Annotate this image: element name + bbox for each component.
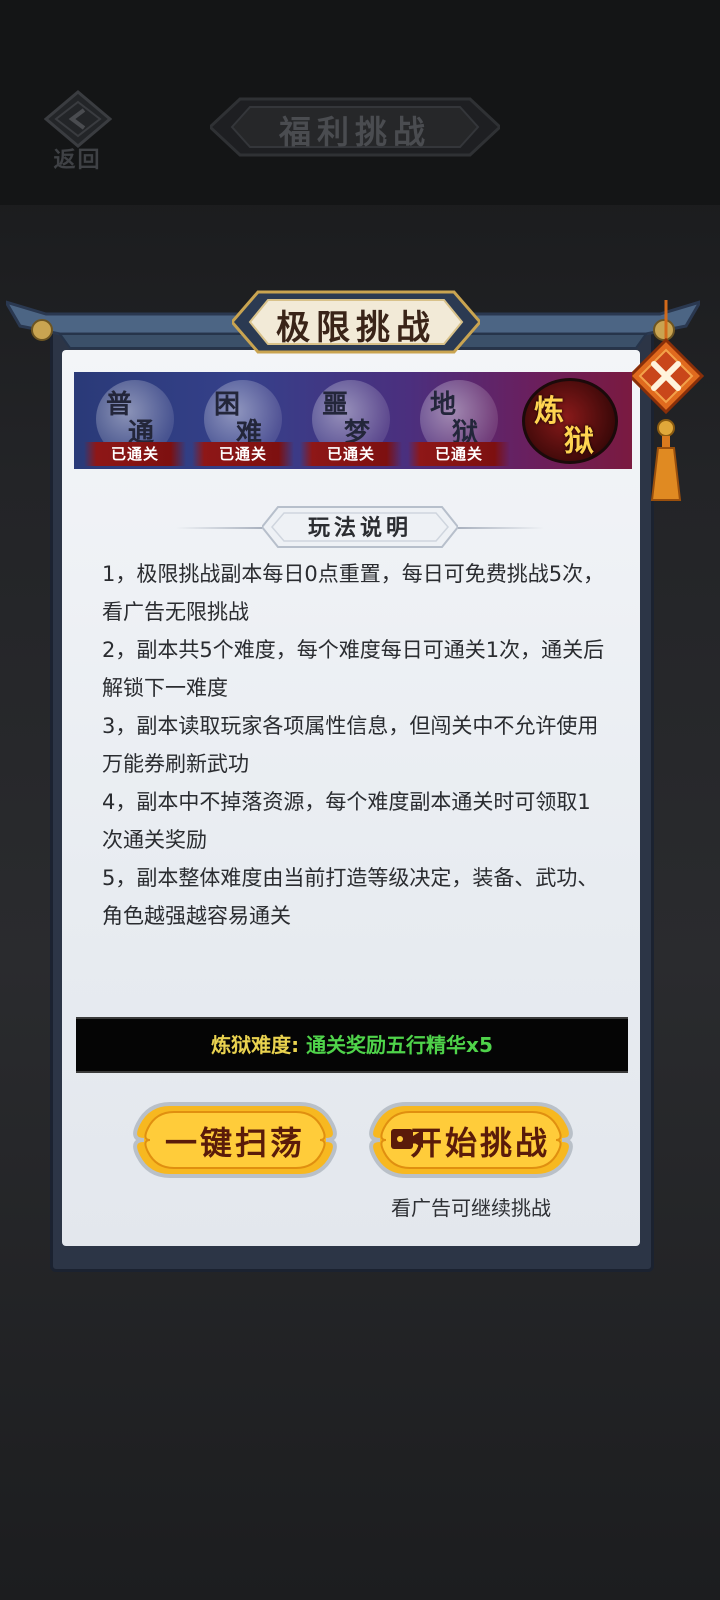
rule-item: 4，副本中不掉落资源，每个难度副本通关时可领取1次通关奖励 xyxy=(102,790,591,852)
page-title-plate: 福利挑战 xyxy=(207,95,503,159)
back-label: 返回 xyxy=(53,147,102,173)
tab-hard[interactable]: 困 难 已通关 xyxy=(186,372,294,469)
rule-item: 3，副本读取玩家各项属性信息，但闯关中不允许使用万能券刷新武功 xyxy=(102,714,599,776)
page-title: 福利挑战 xyxy=(278,113,431,151)
tab-char: 狱 xyxy=(564,424,594,459)
rule-item: 2，副本共5个难度，每个难度每日可通关1次，通关后解锁下一难度 xyxy=(102,638,605,700)
tab-normal[interactable]: 普 通 已通关 xyxy=(78,372,186,469)
back-button[interactable]: 返回 xyxy=(30,90,125,173)
reward-label: 炼狱难度: xyxy=(211,1033,307,1057)
close-button[interactable] xyxy=(627,300,705,505)
start-label: 开始挑战 xyxy=(409,1124,550,1162)
cleared-badge: 已通关 xyxy=(84,442,186,466)
sweep-label: 一键扫荡 xyxy=(164,1124,305,1162)
start-challenge-button[interactable]: 开始挑战 xyxy=(366,1100,576,1180)
section-divider xyxy=(176,527,262,529)
section-divider xyxy=(458,527,544,529)
rules-list: 1，极限挑战副本每日0点重置，每日可免费挑战5次，看广告无限挑战 2，副本共5个… xyxy=(102,555,610,935)
difficulty-tabs: 普 通 已通关 困 难 已通关 噩 梦 已通关 地 狱 已通关 炼 狱 xyxy=(74,372,632,469)
back-arrow-icon xyxy=(44,90,112,148)
section-title: 玩法说明 xyxy=(307,515,412,541)
ad-hint: 看广告可继续挑战 xyxy=(391,1196,551,1220)
panel-title: 极限挑战 xyxy=(276,308,436,348)
tab-nightmare[interactable]: 噩 梦 已通关 xyxy=(294,372,402,469)
sweep-button[interactable]: 一键扫荡 xyxy=(130,1100,340,1180)
cleared-badge: 已通关 xyxy=(408,442,510,466)
rule-item: 5，副本整体难度由当前打造等级决定，装备、武功、角色越强越容易通关 xyxy=(102,866,599,928)
reward-bar: 炼狱难度: 通关奖励五行精华x5 xyxy=(76,1017,628,1073)
cleared-badge: 已通关 xyxy=(300,442,402,466)
reward-value: 通关奖励五行精华x5 xyxy=(306,1033,493,1057)
rule-item: 1，极限挑战副本每日0点重置，每日可免费挑战5次，看广告无限挑战 xyxy=(102,562,605,624)
tab-hell[interactable]: 地 狱 已通关 xyxy=(402,372,510,469)
close-knot-icon xyxy=(627,300,705,501)
cleared-badge: 已通关 xyxy=(192,442,294,466)
tab-char: 炼 xyxy=(534,394,564,429)
